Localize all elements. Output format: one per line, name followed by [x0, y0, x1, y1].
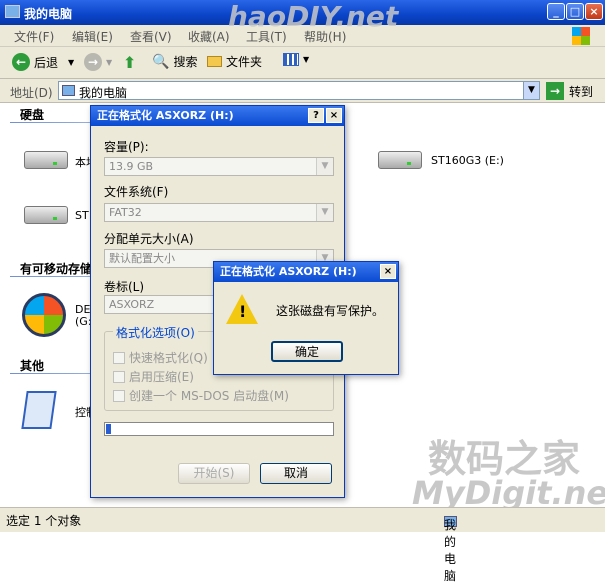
quick-format-label: 快速格式化(Q) [129, 351, 208, 365]
drive-icon[interactable] [24, 206, 68, 224]
views-button[interactable]: ▼ [283, 53, 309, 66]
start-button[interactable]: 开始(S) [178, 463, 250, 484]
folders-button[interactable]: 文件夹 [207, 53, 262, 70]
dvd-drive-icon[interactable] [22, 293, 66, 337]
section-other: 其他 [20, 359, 45, 373]
computer-icon [5, 5, 20, 18]
search-button[interactable]: 🔍 搜索 [152, 53, 197, 70]
minimize-button[interactable]: _ [547, 3, 565, 20]
warning-dialog-title-text: 正在格式化 ASXORZ (H:) [220, 265, 357, 278]
forward-button[interactable]: → ▼ [84, 53, 112, 71]
format-dialog-title: 正在格式化 ASXORZ (H:) ? × [91, 106, 344, 126]
progress-fill [106, 424, 111, 434]
warning-dialog-title: 正在格式化 ASXORZ (H:) × [214, 262, 398, 282]
back-button[interactable]: ← 后退 ▼ [12, 53, 74, 71]
toolbar: ← 后退 ▼ → ▼ ⬆ 🔍 搜索 文件夹 ▼ [0, 47, 605, 79]
up-folder-icon: ⬆ [123, 53, 137, 72]
search-icon: 🔍 [152, 53, 170, 70]
allocation-label: 分配单元大小(A) [104, 232, 194, 246]
drive-e-label[interactable]: ST160G3 (E:) [431, 154, 504, 167]
capacity-value: 13.9 GB [109, 160, 154, 173]
warning-icon: ! [226, 294, 258, 324]
compression-checkbox[interactable]: 启用压缩(E) [113, 368, 194, 385]
format-options-legend: 格式化选项(O) [113, 324, 198, 341]
drive-icon[interactable] [378, 151, 422, 169]
help-button[interactable]: ? [308, 108, 324, 123]
forward-arrow-icon: → [84, 53, 102, 71]
section-hard-disks: 硬盘 [20, 108, 45, 122]
volume-label-value: ASXORZ [109, 298, 155, 311]
warning-message: 这张磁盘有写保护。 [276, 304, 385, 318]
go-label: 转到 [569, 84, 594, 99]
drive-icon[interactable] [24, 151, 68, 169]
capacity-select[interactable]: 13.9 GB ▼ [104, 157, 334, 176]
address-input[interactable]: 我的电脑 ▼ [58, 81, 540, 100]
msdos-startup-label: 创建一个 MS-DOS 启动盘(M) [129, 389, 289, 403]
control-panel-icon[interactable] [21, 391, 57, 429]
window-title: 我的电脑 [24, 7, 73, 21]
computer-icon [62, 85, 75, 96]
address-label: 地址(D) [10, 86, 53, 100]
folder-icon [207, 56, 222, 67]
status-selection: 选定 1 个对象 [6, 514, 82, 528]
warning-close-button[interactable]: × [380, 264, 396, 279]
write-protect-dialog: 正在格式化 ASXORZ (H:) × ! 这张磁盘有写保护。 确定 [213, 261, 399, 375]
ok-button[interactable]: 确定 [271, 341, 343, 362]
folders-label: 文件夹 [226, 55, 263, 69]
cancel-button[interactable]: 取消 [260, 463, 332, 484]
go-arrow-icon: → [546, 82, 564, 100]
windows-logo-icon [572, 27, 590, 45]
address-bar: 地址(D) 我的电脑 ▼ → 转到 [0, 79, 605, 103]
watermark-top: haoDIY.net [228, 0, 399, 33]
chevron-down-icon: ▼ [316, 204, 333, 221]
status-bar: 选定 1 个对象 我的电脑 [0, 507, 605, 583]
format-dialog-title-text: 正在格式化 ASXORZ (H:) [97, 109, 234, 122]
back-arrow-icon: ← [12, 53, 30, 71]
back-label: 后退 [34, 55, 59, 70]
dialog-close-button[interactable]: × [326, 108, 342, 123]
chevron-down-icon: ▼ [316, 158, 333, 175]
views-icon [283, 53, 299, 66]
compression-label: 启用压缩(E) [129, 370, 194, 384]
forward-dropdown-icon: ▼ [106, 57, 113, 67]
back-dropdown-icon[interactable]: ▼ [68, 58, 74, 67]
menu-favorites[interactable]: 收藏(A) [188, 28, 230, 45]
address-dropdown-icon[interactable]: ▼ [523, 82, 539, 99]
allocation-value: 默认配置大小 [109, 252, 175, 265]
go-button[interactable]: → 转到 [546, 82, 593, 100]
quick-format-checkbox[interactable]: 快速格式化(Q) [113, 349, 208, 366]
search-label: 搜索 [173, 55, 198, 69]
views-dropdown-icon: ▼ [303, 55, 310, 64]
up-folder-button[interactable]: ⬆ [123, 53, 136, 72]
status-location-text: 我的电脑 [444, 518, 457, 583]
msdos-startup-checkbox[interactable]: 创建一个 MS-DOS 启动盘(M) [113, 387, 289, 404]
menu-file[interactable]: 文件(F) [14, 28, 54, 45]
section-removable: 有可移动存储 [20, 262, 93, 276]
menu-edit[interactable]: 编辑(E) [72, 28, 113, 45]
file-system-select[interactable]: FAT32 ▼ [104, 203, 334, 222]
file-system-label: 文件系统(F) [104, 185, 169, 199]
format-progress-bar [104, 422, 334, 436]
file-system-value: FAT32 [109, 206, 142, 219]
volume-label-label: 卷标(L) [104, 280, 145, 294]
address-value: 我的电脑 [79, 86, 128, 100]
maximize-button[interactable]: □ [566, 3, 584, 20]
capacity-label: 容量(P): [104, 140, 149, 154]
close-button[interactable]: × [585, 3, 603, 20]
menu-view[interactable]: 查看(V) [130, 28, 172, 45]
